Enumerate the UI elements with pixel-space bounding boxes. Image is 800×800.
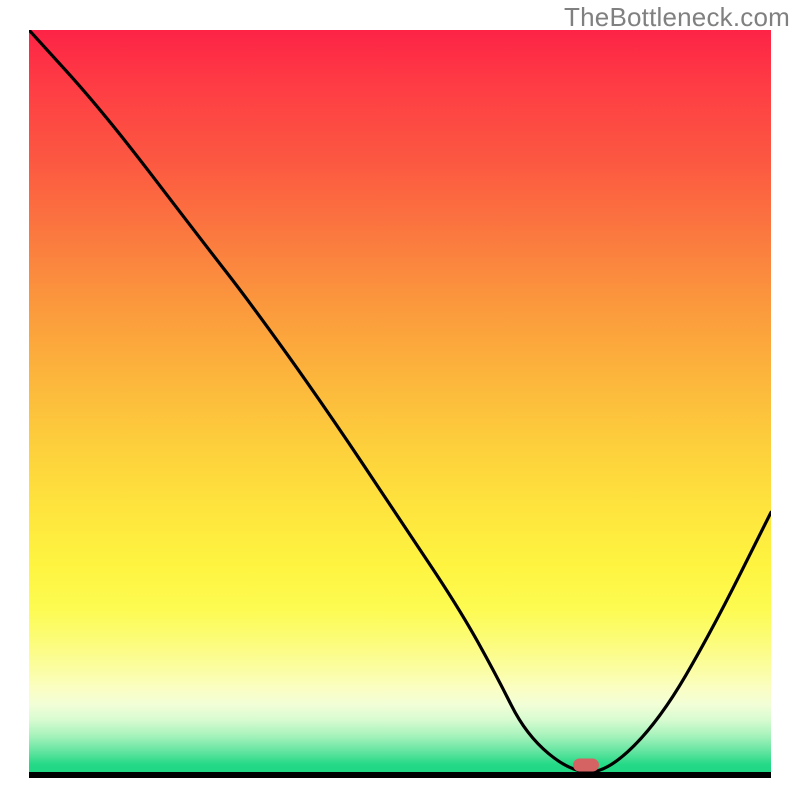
chart-container: TheBottleneck.com xyxy=(0,0,800,800)
x-axis xyxy=(29,772,771,778)
optimal-marker xyxy=(573,758,599,771)
watermark-text: TheBottleneck.com xyxy=(564,2,790,33)
gradient-background xyxy=(29,30,771,772)
plot-area xyxy=(29,30,771,772)
